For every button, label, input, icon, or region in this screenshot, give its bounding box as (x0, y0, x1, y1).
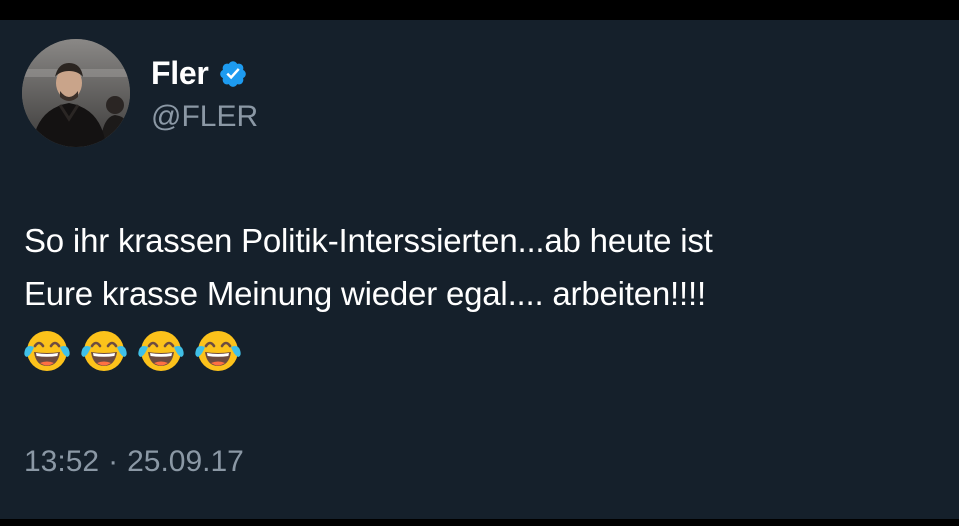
tweet-timestamp[interactable]: 13:52 · 25.09.17 (24, 443, 244, 481)
author-name-row: Fler (151, 53, 248, 93)
face-with-tears-of-joy-icon (137, 329, 185, 373)
author-display-name[interactable]: Fler (151, 53, 209, 93)
face-with-tears-of-joy-icon (194, 329, 242, 373)
tweet-time: 13:52 (24, 445, 100, 478)
author-handle[interactable]: @FLER (151, 98, 258, 136)
tweet-card: Fler @FLER So ihr krassen Politik-Inters… (0, 20, 959, 519)
face-with-tears-of-joy-icon (80, 329, 128, 373)
timestamp-separator: · (108, 445, 119, 478)
avatar-photo-icon (22, 39, 130, 147)
emoji-row (22, 325, 243, 375)
face-with-tears-of-joy-icon (23, 329, 71, 373)
tweet-date: 25.09.17 (127, 445, 244, 478)
tweet-text: So ihr krassen Politik-Interssierten...a… (24, 214, 944, 320)
author-avatar[interactable] (22, 39, 130, 147)
tweet-text-line: So ihr krassen Politik-Interssierten...a… (24, 222, 713, 259)
verified-badge-icon (219, 61, 246, 87)
tweet-text-line: Eure krasse Meinung wieder egal.... arbe… (24, 275, 706, 312)
